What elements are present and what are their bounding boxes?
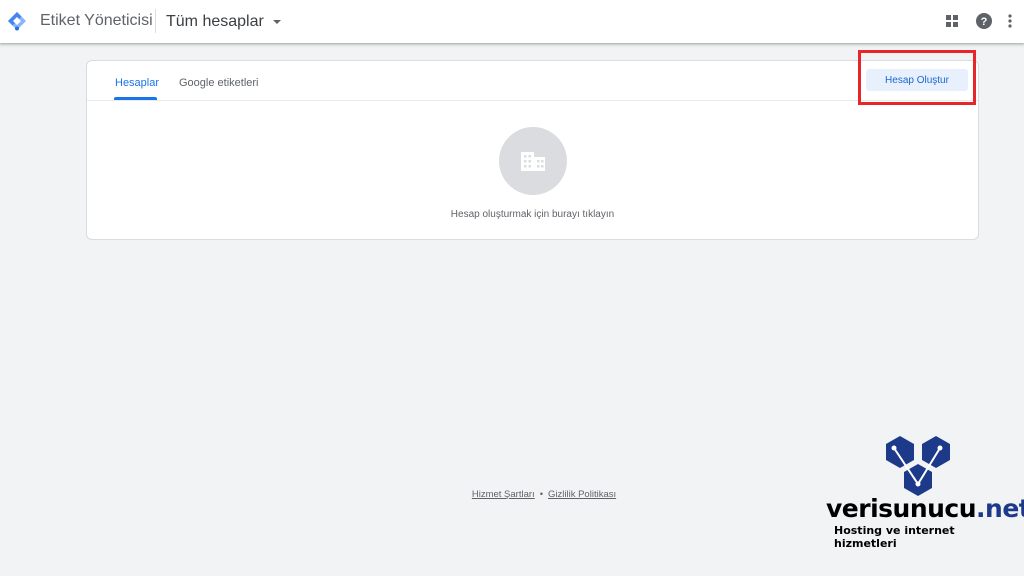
brand-main: verisunucu: [826, 494, 977, 523]
watermark: verisunucu.net Hosting ve internet hizme…: [826, 434, 1024, 550]
account-picker[interactable]: Tüm hesaplar: [166, 10, 281, 34]
tag-manager-logo[interactable]: [7, 11, 27, 31]
create-account-button[interactable]: Hesap Oluştur: [866, 69, 968, 91]
tab-bar: Hesaplar Google etiketleri Hesap Oluştur: [87, 61, 978, 101]
app-bar: Etiket Yöneticisi Tüm hesaplar ?: [0, 0, 1024, 43]
footer-separator: •: [539, 489, 544, 500]
more-vert-icon[interactable]: [1006, 11, 1014, 31]
chevron-down-icon: [272, 20, 281, 24]
privacy-link[interactable]: Gizlilik Politikası: [548, 489, 616, 500]
header-actions: ?: [942, 11, 1014, 31]
empty-state-message[interactable]: Hesap oluşturmak için burayı tıklayın: [87, 209, 978, 220]
help-icon[interactable]: ?: [974, 11, 994, 31]
active-tab-indicator: [114, 97, 157, 100]
account-picker-label: Tüm hesaplar: [166, 13, 264, 30]
building-icon: [521, 152, 545, 171]
tab-google-tags[interactable]: Google etiketleri: [179, 77, 259, 89]
brand-tagline: Hosting ve internet hizmetleri: [834, 524, 955, 550]
terms-link[interactable]: Hizmet Şartları: [472, 489, 535, 500]
brand-name: verisunucu.net: [826, 494, 1024, 523]
apps-grid-icon[interactable]: [942, 11, 962, 31]
header-divider: [155, 9, 156, 33]
empty-state-illustration: [499, 127, 567, 195]
product-name: Etiket Yöneticisi: [40, 12, 153, 29]
brand-tld: .net: [976, 494, 1024, 523]
accounts-card: Hesaplar Google etiketleri Hesap Oluştur…: [86, 60, 979, 240]
brand-logo-icon: [886, 436, 950, 496]
svg-text:?: ?: [981, 16, 988, 28]
tab-accounts[interactable]: Hesaplar: [115, 77, 159, 89]
